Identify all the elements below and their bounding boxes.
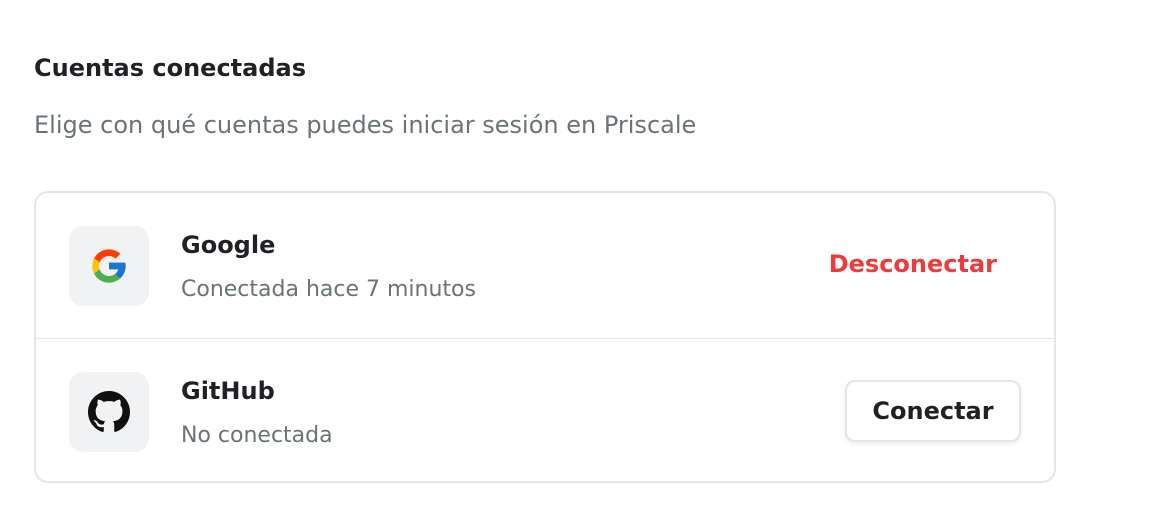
accounts-card: Google Conectada hace 7 minutos Desconec… bbox=[34, 191, 1056, 483]
account-status-google: Conectada hace 7 minutos bbox=[181, 277, 476, 302]
account-name-google: Google bbox=[181, 231, 276, 259]
section-title: Cuentas conectadas bbox=[34, 54, 307, 82]
google-icon-container bbox=[69, 226, 149, 306]
connected-accounts-section: Cuentas conectadas Elige con qué cuentas… bbox=[0, 0, 1164, 518]
account-name-github: GitHub bbox=[181, 377, 275, 405]
github-icon bbox=[88, 391, 130, 432]
github-icon-container bbox=[69, 372, 149, 452]
account-row-google: Google Conectada hace 7 minutos Desconec… bbox=[36, 193, 1054, 338]
account-status-github: No conectada bbox=[181, 423, 333, 448]
section-subtitle: Elige con qué cuentas puedes iniciar ses… bbox=[34, 111, 697, 139]
google-icon bbox=[92, 249, 126, 283]
account-row-github: GitHub No conectada Conectar bbox=[36, 339, 1054, 481]
disconnect-google-button[interactable]: Desconectar bbox=[829, 248, 997, 280]
connect-github-button[interactable]: Conectar bbox=[845, 380, 1021, 442]
